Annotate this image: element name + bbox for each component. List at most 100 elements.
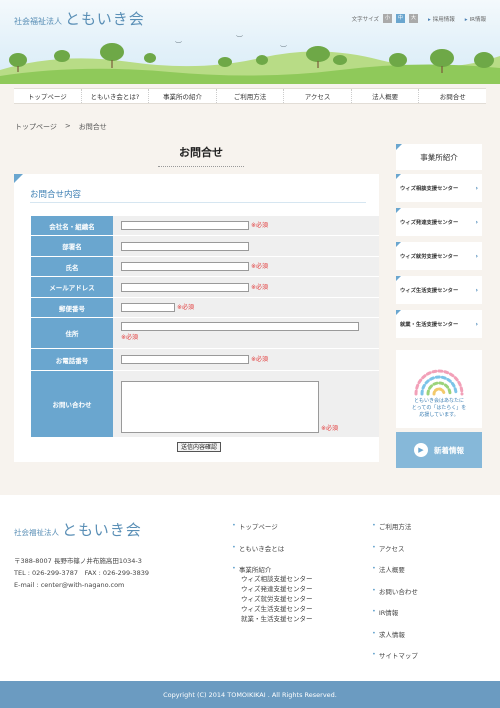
sidebar-item-consultation[interactable]: ウィズ相談支援センター › [396, 174, 482, 202]
footer-links-col2: • ご利用方法 • アクセス • 法人概要 • お問い合わせ • IR情報 • 求人情報 •… [372, 521, 418, 672]
confirm-submit-button[interactable]: 送信内容確認 [177, 442, 222, 452]
postal-code-input[interactable] [121, 303, 175, 312]
corner-accent [396, 242, 401, 247]
arrow-right-icon: ▶ [414, 443, 428, 457]
field-label: 部署名 [31, 236, 113, 256]
contact-form-panel: お問合せ内容 会社名・組織名 ※必須 部署名 氏名 ※必須 メールアドレス ※必… [14, 174, 379, 462]
email-input[interactable] [121, 282, 249, 292]
footer-link-access[interactable]: • アクセス [372, 543, 418, 565]
chevron-right-icon: › [475, 184, 478, 192]
banner-line: 応援しています。 [419, 412, 459, 418]
recruit-link[interactable]: ▸ 採用情報 [428, 15, 455, 23]
logo-title: ともいき会 [62, 521, 142, 539]
bullet-icon: • [372, 650, 376, 658]
nav-item-access[interactable]: アクセス [283, 89, 351, 103]
support-banner[interactable]: ともいき会はあなたに とっての「はたらく」を 応援しています。 [396, 350, 482, 428]
field-label: お問い合わせ [31, 371, 113, 437]
footer-link-sitemap[interactable]: • サイトマップ [372, 650, 418, 672]
bullet-icon: • [372, 521, 376, 529]
footer-link-top[interactable]: • トップページ [232, 521, 313, 543]
footer-links-col1: • トップページ • ともいき会とは • 事業所紹介 ウィズ相談支援センター ウィズ発… [232, 521, 313, 632]
sidebar-item-living[interactable]: ウィズ生活支援センター › [396, 276, 482, 304]
nav-item-top[interactable]: トップページ [14, 89, 81, 103]
nav-item-contact[interactable]: お問合せ [418, 89, 486, 103]
form-row-inquiry: お問い合わせ ※必須 [31, 371, 379, 438]
bird-icon: ︶ [236, 35, 243, 43]
field-label: 郵便番号 [31, 298, 113, 317]
site-header: ︶ ︶ ︶ 社会福祉法人 ともいき会 文字サイズ 小 中 大 ▸ 採用情報 ▸ IR… [0, 0, 500, 84]
bullet-icon: • [372, 542, 376, 551]
font-size-small-button[interactable]: 小 [383, 14, 392, 23]
footer-email: E-mail : center@with-nagano.com [14, 581, 125, 589]
required-mark: ※必須 [121, 334, 139, 341]
arrow-icon: ▸ [464, 16, 468, 23]
required-mark: ※必須 [251, 283, 269, 291]
footer-link-about[interactable]: • ともいき会とは [232, 543, 313, 565]
nav-item-about[interactable]: ともいき会とは? [80, 89, 149, 103]
field-cell: ※必須 [113, 298, 379, 317]
sidebar-item-development[interactable]: ウィズ発達支援センター › [396, 208, 482, 236]
footer-sublink[interactable]: ウィズ発達支援センター [241, 584, 313, 594]
footer-address: 〒388-8007 長野市篠ノ井布施高田1034-3 [14, 557, 142, 565]
ir-link[interactable]: ▸ IR情報 [465, 15, 486, 23]
footer-link-label: お問い合わせ [378, 587, 418, 596]
news-button[interactable]: ▶ 新着情報 [396, 432, 482, 468]
field-cell: ※必須 [113, 257, 379, 276]
footer-sublink[interactable]: ウィズ就労支援センター [241, 594, 313, 604]
footer-link-label: IR情報 [378, 609, 399, 617]
banner-caption: ともいき会はあなたに とっての「はたらく」を 応援しています。 [396, 398, 482, 419]
corner-accent [396, 174, 401, 179]
required-mark: ※必須 [321, 425, 339, 432]
footer-link-label: ご利用方法 [378, 523, 412, 531]
footer-tel-fax: TEL : 026-299-3787 FAX : 026-299-3839 [14, 569, 149, 577]
breadcrumb-separator: > [64, 122, 71, 130]
address-input[interactable] [121, 322, 359, 331]
footer-sublink[interactable]: 就業・生活支援センター [241, 614, 313, 624]
footer-link-contact[interactable]: • お問い合わせ [372, 586, 418, 608]
phone-input[interactable] [121, 355, 249, 364]
form-row-company: 会社名・組織名 ※必須 [31, 216, 379, 236]
sidebar-title-label: 事業所紹介 [420, 152, 458, 162]
sidebar-item-label: ウィズ生活支援センター [400, 288, 459, 294]
required-mark: ※必須 [251, 263, 269, 270]
footer-link-overview[interactable]: • 法人概要 [372, 564, 418, 586]
footer-link-ir[interactable]: • IR情報 [372, 607, 418, 629]
sidebar-item-employment[interactable]: ウィズ就労支援センター › [396, 242, 482, 270]
field-label: お電話番号 [31, 349, 113, 370]
nav-item-overview[interactable]: 法人概要 [350, 89, 419, 103]
footer-sublink[interactable]: ウィズ相談支援センター [241, 574, 313, 584]
form-row-email: メールアドレス ※必須 [31, 277, 379, 298]
form-row-phone: お電話番号 ※必須 [31, 349, 379, 371]
arrow-icon: ▸ [428, 16, 431, 23]
recruit-link-label: 採用情報 [432, 16, 455, 23]
chevron-right-icon: › [475, 286, 478, 294]
contact-form: 会社名・組織名 ※必須 部署名 氏名 ※必須 メールアドレス ※必須 郵便番号 … [31, 216, 379, 438]
sidebar-item-label: 就業・生活支援センター [400, 322, 459, 328]
bird-icon: ︶ [280, 45, 287, 53]
footer-logo[interactable]: 社会福祉法人 ともいき会 [14, 519, 142, 540]
bullet-icon: • [372, 585, 376, 594]
footer-link-label: サイトマップ [378, 652, 418, 660]
inquiry-textarea[interactable] [121, 381, 319, 433]
bullet-icon: • [232, 542, 236, 551]
company-input[interactable] [121, 221, 249, 230]
sidebar-item-work-life[interactable]: 就業・生活支援センター › [396, 310, 482, 338]
name-input[interactable] [121, 262, 249, 271]
footer-link-usage[interactable]: • ご利用方法 [372, 521, 418, 543]
nav-item-usage[interactable]: ご利用方法 [215, 89, 284, 103]
font-size-large-button[interactable]: 大 [409, 14, 418, 23]
department-input[interactable] [121, 241, 249, 251]
footer-link-recruit[interactable]: • 求人情報 [372, 629, 418, 651]
footer-sublink[interactable]: ウィズ生活支援センター [241, 604, 313, 614]
field-label: メールアドレス [31, 277, 113, 297]
footer-facility-list: ウィズ相談支援センター ウィズ発達支援センター ウィズ就労支援センター ウィズ生… [232, 574, 313, 624]
header-utility: 文字サイズ 小 中 大 ▸ 採用情報 ▸ IR情報 [352, 14, 486, 23]
form-row-department: 部署名 [31, 236, 379, 257]
font-size-medium-button[interactable]: 中 [396, 14, 405, 23]
nav-item-facilities[interactable]: 事業所の紹介 [148, 89, 216, 103]
field-cell: ※必須 [113, 216, 379, 235]
field-label: 氏名 [31, 257, 113, 276]
site-logo[interactable]: 社会福祉法人 ともいき会 [14, 8, 145, 29]
corner-accent [396, 276, 401, 281]
breadcrumb-home-link[interactable]: トップページ [15, 122, 57, 132]
